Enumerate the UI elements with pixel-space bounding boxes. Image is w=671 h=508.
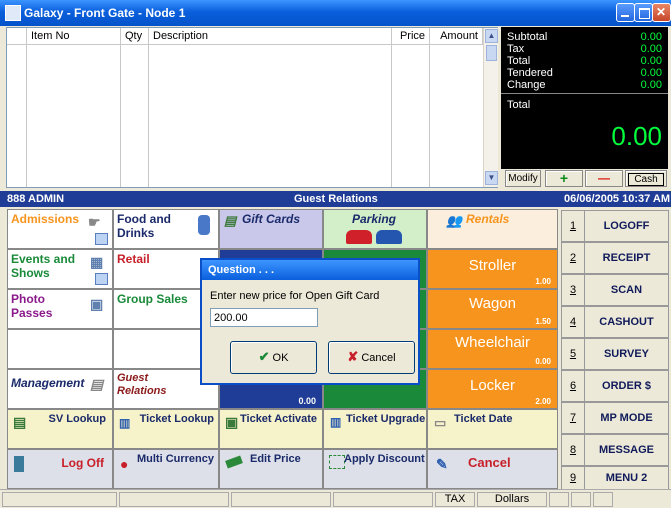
check-icon: ✔	[258, 349, 270, 364]
minus-button[interactable]: —	[585, 170, 623, 187]
close-button[interactable]: ✕	[652, 3, 671, 22]
hidden-price: 0.00	[298, 396, 316, 406]
close-icon: ✕	[656, 5, 667, 19]
maximize-button[interactable]	[634, 3, 653, 22]
screen-title: Guest Relations	[294, 193, 378, 205]
app-icon	[5, 5, 21, 21]
money-icon	[225, 455, 243, 469]
cash-button[interactable]: Cash	[625, 170, 667, 187]
big-total-display: 0.00	[611, 121, 662, 151]
side-receipt[interactable]: 2 RECEIPT	[561, 242, 669, 274]
datetime: 06/06/2005 10:37 AM	[564, 193, 670, 205]
sv-lookup-button[interactable]: ▤ SV Lookup	[7, 409, 113, 449]
price-input[interactable]	[210, 308, 318, 327]
tile-admissions[interactable]: Admissions ☛	[7, 209, 113, 249]
grid-scrollbar[interactable]: ▲ ▼	[483, 28, 498, 187]
status-tax: TAX	[435, 492, 475, 507]
user-label: 888 ADMIN	[7, 193, 65, 205]
col-price[interactable]: Price	[392, 28, 430, 45]
scroll-thumb[interactable]	[486, 45, 497, 61]
scroll-up-icon[interactable]: ▲	[485, 29, 498, 43]
coupon-icon	[329, 455, 345, 469]
tax-row: Tax 0.00	[507, 43, 662, 55]
question-dialog: Question . . . Enter new price for Open …	[200, 258, 420, 385]
modify-button[interactable]: Modify	[505, 170, 541, 187]
ticket-date-button[interactable]: ▭ Ticket Date	[427, 409, 558, 449]
calendar-icon: ▦	[90, 254, 104, 270]
status-bar: TAX Dollars	[0, 489, 671, 508]
gift-card-icon: ▤	[224, 213, 237, 228]
activate-icon: ▣	[225, 414, 239, 430]
drink-icon	[198, 215, 210, 235]
card-lookup-icon: ▤	[13, 414, 27, 430]
upgrade-icon: ▥	[330, 415, 342, 429]
col-item-no[interactable]: Item No	[27, 28, 121, 45]
door-icon	[14, 456, 24, 472]
tile-management[interactable]: Management ▤	[7, 369, 113, 409]
receipt-grid[interactable]: Item No Qty Description Price Amount ▲ ▼	[6, 27, 498, 188]
eraser-icon: ✎	[436, 456, 448, 472]
dialog-prompt: Enter new price for Open Gift Card	[210, 290, 380, 302]
photo-pass-icon: ▣	[90, 296, 104, 312]
tile-wagon[interactable]: Wagon 1.50	[427, 289, 558, 329]
col-qty[interactable]: Qty	[121, 28, 149, 45]
log-off-button[interactable]: Log Off	[7, 449, 113, 489]
tile-wheelchair[interactable]: Wheelchair 0.00	[427, 329, 558, 369]
col-description[interactable]: Description	[149, 28, 392, 45]
info-icon	[95, 273, 108, 285]
currency-icon: ●	[120, 456, 129, 472]
x-icon: ✘	[347, 349, 359, 364]
side-survey[interactable]: 5 SURVEY	[561, 338, 669, 370]
car-red-icon	[346, 230, 372, 244]
plus-button[interactable]: +	[545, 170, 583, 187]
side-order[interactable]: 6 ORDER $	[561, 370, 669, 402]
window-title: Galaxy - Front Gate - Node 1	[24, 6, 186, 20]
multi-currency-button[interactable]: ● Multi Currency	[113, 449, 219, 489]
scroll-down-icon[interactable]: ▼	[485, 171, 498, 185]
tile-parking[interactable]: Parking	[323, 209, 427, 249]
totals-panel: Subtotal 0.00 Tax 0.00 Total 0.00 Tendered 0…	[501, 27, 668, 169]
tile-events-shows[interactable]: Events and Shows ▦	[7, 249, 113, 289]
tile-food-drinks[interactable]: Food and Drinks	[113, 209, 219, 249]
side-logoff[interactable]: 1 LOGOFF	[561, 210, 669, 242]
ticket-upgrade-button[interactable]: ▥ Ticket Upgrade	[323, 409, 427, 449]
edit-price-button[interactable]: Edit Price	[219, 449, 323, 489]
tile-gift-cards[interactable]: ▤ Gift Cards	[219, 209, 323, 249]
tile-stroller[interactable]: Stroller 1.00	[427, 249, 558, 289]
ticket-hand-icon: ☛	[88, 214, 101, 230]
col-amount[interactable]: Amount	[430, 28, 483, 45]
tendered-row: Tendered 0.00	[507, 67, 662, 79]
ticket-icon: ▥	[119, 416, 131, 430]
ok-button[interactable]: ✔ OK	[230, 341, 317, 374]
ticket-lookup-button[interactable]: ▥ Ticket Lookup	[113, 409, 219, 449]
tile-photo-passes[interactable]: Photo Passes ▣	[7, 289, 113, 329]
side-message[interactable]: 8 MESSAGE	[561, 434, 669, 466]
apply-discount-button[interactable]: Apply Discount	[323, 449, 427, 489]
side-cashout[interactable]: 4 CASHOUT	[561, 306, 669, 338]
dialog-title: Question . . .	[202, 260, 418, 280]
car-blue-icon	[376, 230, 402, 244]
cancel-sale-button[interactable]: ✎ Cancel	[427, 449, 558, 489]
people-icon: 👥	[446, 213, 463, 228]
subtotal-row: Subtotal 0.00	[507, 31, 662, 43]
tile-empty-1	[7, 329, 113, 369]
total-label: Total	[507, 99, 531, 111]
minimize-button[interactable]	[616, 3, 635, 22]
status-currency: Dollars	[477, 492, 547, 507]
cancel-button[interactable]: ✘ Cancel	[328, 341, 415, 374]
tile-rentals[interactable]: 👥 Rentals	[427, 209, 558, 249]
change-row: Change 0.00	[507, 79, 662, 91]
side-mp-mode[interactable]: 7 MP MODE	[561, 402, 669, 434]
side-scan[interactable]: 3 SCAN	[561, 274, 669, 306]
clipboard-icon: ▤	[90, 376, 104, 392]
header-bar: 888 ADMIN Guest Relations 06/06/2005 10:…	[0, 191, 671, 207]
tile-locker[interactable]: Locker 2.00	[427, 369, 558, 409]
total-row: Total 0.00	[507, 55, 662, 67]
calendar-date-icon: ▭	[434, 415, 447, 430]
ticket-activate-button[interactable]: ▣ Ticket Activate	[219, 409, 323, 449]
side-menu-2[interactable]: 9 MENU 2	[561, 466, 669, 490]
title-bar: Galaxy - Front Gate - Node 1 ✕	[0, 0, 671, 26]
info-icon	[95, 233, 108, 245]
